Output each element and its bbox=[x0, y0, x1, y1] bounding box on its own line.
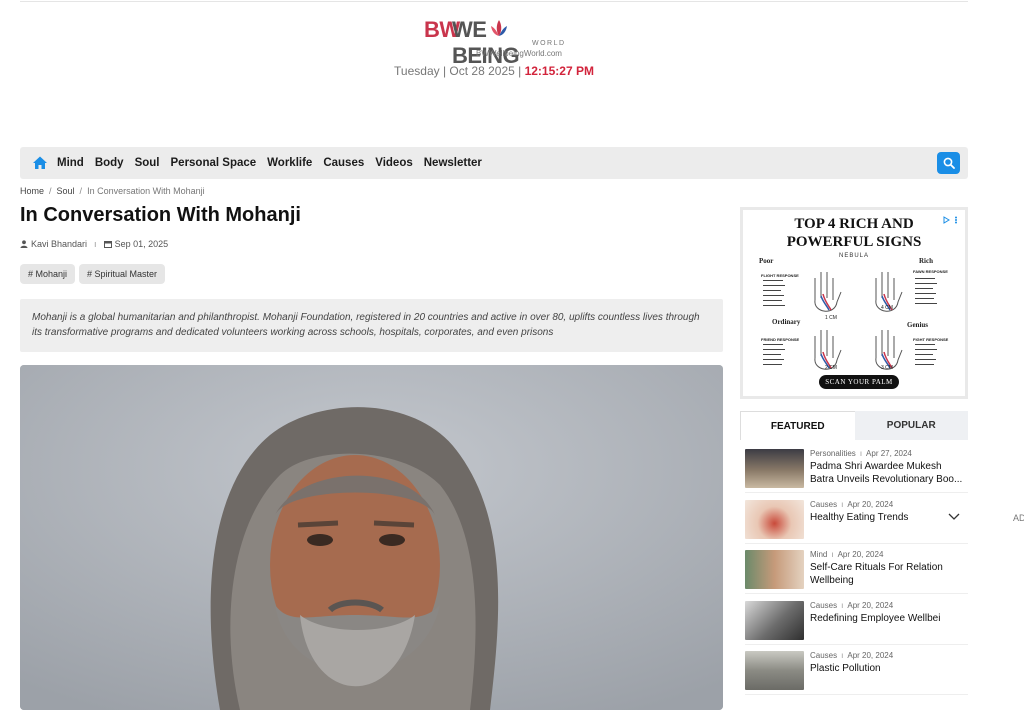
list-item[interactable]: Causes ı Apr 20, 2024 Plastic Pollution bbox=[745, 651, 968, 695]
clock-time: 12:15:27 PM bbox=[524, 64, 594, 78]
list-item-thumbnail[interactable] bbox=[745, 651, 804, 690]
search-button[interactable] bbox=[937, 152, 960, 174]
logo-world: WORLD bbox=[532, 40, 566, 47]
ad-size-3: 2 CM bbox=[825, 365, 837, 371]
list-item-category[interactable]: Personalities bbox=[810, 449, 856, 458]
date-text: Tuesday | Oct 28 2025 | bbox=[394, 64, 525, 78]
ad-choices-icon[interactable] bbox=[943, 216, 959, 224]
publish-date: Sep 01, 2025 bbox=[114, 239, 169, 249]
list-item-category[interactable]: Mind bbox=[810, 550, 827, 559]
list-item-date: Apr 20, 2024 bbox=[837, 550, 884, 559]
ad-title-line1: TOP 4 RICH AND bbox=[794, 216, 914, 232]
sidebar-advertisement[interactable]: TOP 4 RICH AND POWERFUL SIGNS NEBULA Poo… bbox=[740, 207, 968, 399]
page-title: In Conversation With Mohanji bbox=[20, 204, 301, 226]
tag-mohanji[interactable]: # Mohanji bbox=[20, 264, 76, 284]
ad-size-2: 4 CM bbox=[881, 305, 893, 311]
chevron-down-icon[interactable] bbox=[948, 513, 960, 521]
list-item-category[interactable]: Causes bbox=[810, 651, 837, 660]
featured-list: Personalities ı Apr 27, 2024 Padma Shri Aw… bbox=[740, 441, 968, 705]
top-divider bbox=[20, 1, 968, 2]
floating-ad-toggle[interactable]: AD bbox=[941, 509, 1024, 529]
breadcrumb-section[interactable]: Soul bbox=[57, 186, 75, 196]
dateline: Tuesday | Oct 28 2025 | 12:15:27 PM bbox=[0, 64, 988, 78]
nav-item-body[interactable]: Body bbox=[95, 157, 124, 169]
list-item-thumbnail[interactable] bbox=[745, 550, 804, 589]
list-item[interactable]: Mind ı Apr 20, 2024 Self-Care Rituals For … bbox=[745, 550, 968, 594]
nav-item-newsletter[interactable]: Newsletter bbox=[424, 157, 482, 169]
breadcrumb-current: In Conversation With Mohanji bbox=[87, 186, 205, 196]
calendar-icon bbox=[103, 241, 112, 248]
ad-label: AD bbox=[1013, 513, 1024, 523]
ad-cta-button[interactable]: SCAN YOUR PALM bbox=[819, 375, 899, 389]
list-item-date: Apr 20, 2024 bbox=[847, 601, 894, 610]
site-logo[interactable]: BW WEBEING WORLD BWWellbeingWorld.com bbox=[424, 17, 574, 68]
article-meta: Kavi Bhandari ı Sep 01, 2025 bbox=[20, 239, 168, 249]
search-icon bbox=[943, 157, 955, 169]
list-item-thumbnail[interactable] bbox=[745, 500, 804, 539]
logo-site-url: BWWellbeingWorld.com bbox=[476, 49, 562, 58]
ad-size-1: 1 CM bbox=[825, 315, 837, 321]
nav-item-videos[interactable]: Videos bbox=[375, 157, 413, 169]
hero-image bbox=[20, 365, 723, 710]
sidebar-tabs: FEATURED POPULAR bbox=[740, 411, 968, 440]
nav-item-causes[interactable]: Causes bbox=[323, 157, 364, 169]
list-item-title[interactable]: Redefining Employee Wellbei bbox=[810, 612, 968, 625]
list-item-date: Apr 20, 2024 bbox=[847, 651, 894, 660]
tag-spiritual-master[interactable]: # Spiritual Master bbox=[79, 264, 166, 284]
list-item-title[interactable]: Self-Care Rituals For Relation Wellbeing bbox=[810, 561, 968, 587]
ad-title-line2: POWERFUL SIGNS bbox=[786, 234, 922, 250]
nav-item-personal-space[interactable]: Personal Space bbox=[171, 157, 257, 169]
list-item-date: Apr 20, 2024 bbox=[847, 500, 894, 509]
tab-featured[interactable]: FEATURED bbox=[740, 411, 855, 440]
list-item-thumbnail[interactable] bbox=[745, 601, 804, 640]
list-item-thumbnail[interactable] bbox=[745, 449, 804, 488]
author-name[interactable]: Kavi Bhandari bbox=[31, 239, 87, 249]
nav-item-mind[interactable]: Mind bbox=[57, 157, 84, 169]
list-item-category[interactable]: Causes bbox=[810, 500, 837, 509]
list-item[interactable]: Causes ı Apr 20, 2024 Healthy Eating Trend… bbox=[745, 500, 968, 544]
home-icon[interactable] bbox=[32, 155, 48, 171]
breadcrumb: Home / Soul / In Conversation With Mohanji bbox=[20, 186, 205, 196]
list-item[interactable]: Causes ı Apr 20, 2024 Redefining Employee … bbox=[745, 601, 968, 645]
list-item-date: Apr 27, 2024 bbox=[866, 449, 912, 458]
list-item-title[interactable]: Plastic Pollution bbox=[810, 662, 968, 675]
user-icon bbox=[20, 240, 28, 248]
ad-size-4: 3 CM bbox=[881, 365, 893, 371]
ad-title: TOP 4 RICH AND POWERFUL SIGNS bbox=[743, 215, 965, 251]
portrait-illustration bbox=[20, 365, 723, 710]
palm-illustrations bbox=[763, 272, 937, 370]
article-summary: Mohanji is a global humanitarian and phi… bbox=[20, 299, 723, 352]
list-item-title[interactable]: Padma Shri Awardee Mukesh Batra Unveils … bbox=[810, 460, 968, 486]
lotus-icon bbox=[491, 20, 507, 36]
list-item[interactable]: Personalities ı Apr 27, 2024 Padma Shri Aw… bbox=[745, 449, 968, 493]
list-item-category[interactable]: Causes bbox=[810, 601, 837, 610]
nav-item-worklife[interactable]: Worklife bbox=[267, 157, 312, 169]
tag-list: # Mohanji # Spiritual Master bbox=[20, 264, 166, 284]
nav-item-soul[interactable]: Soul bbox=[135, 157, 160, 169]
main-navbar: Mind Body Soul Personal Space Worklife C… bbox=[20, 147, 968, 179]
breadcrumb-home[interactable]: Home bbox=[20, 186, 44, 196]
tab-popular[interactable]: POPULAR bbox=[855, 411, 969, 440]
